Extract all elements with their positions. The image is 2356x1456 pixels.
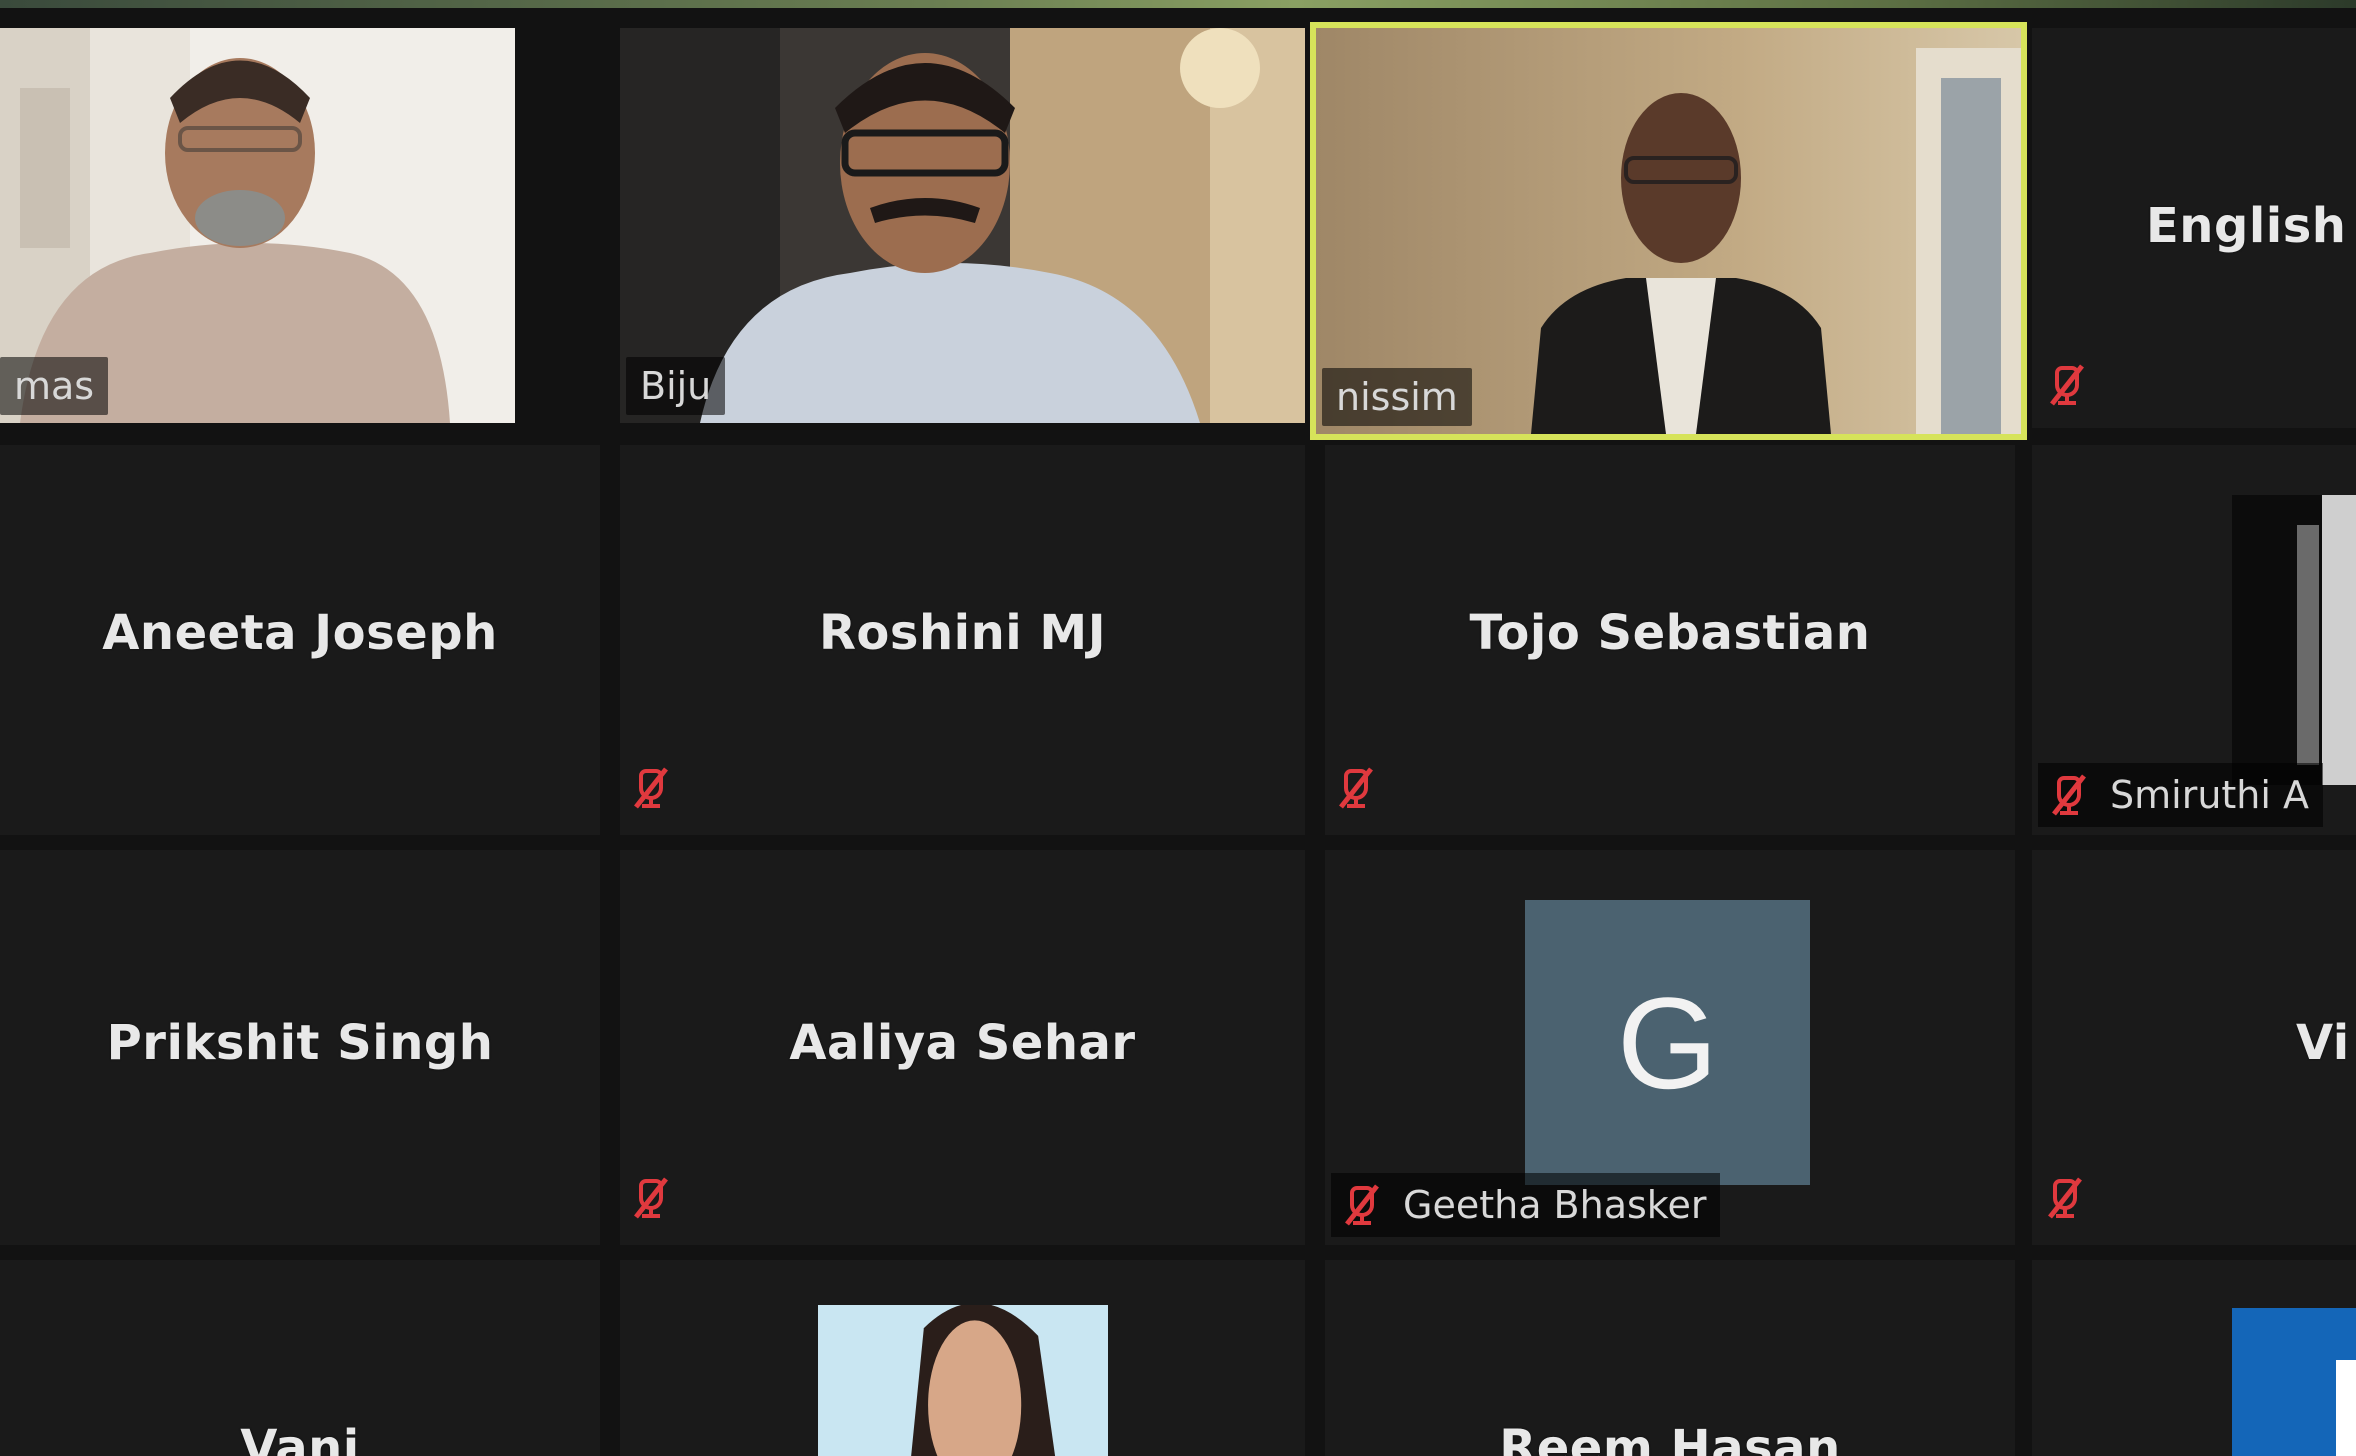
participant-video bbox=[2032, 1260, 2356, 1456]
top-video-strip bbox=[0, 0, 2356, 8]
participant-tile-prikshit-singh[interactable]: Prikshit Singh bbox=[0, 850, 600, 1245]
participant-name-tag: Smiruthi A bbox=[2038, 763, 2324, 827]
participant-tile-vani[interactable]: Vani bbox=[0, 1260, 600, 1456]
participant-tile-vi[interactable]: Vi bbox=[2032, 850, 2356, 1245]
participant-name-tag: nissim bbox=[1322, 368, 1472, 426]
mic-muted-icon bbox=[634, 767, 668, 809]
participant-name: Vi bbox=[2296, 1015, 2350, 1071]
participant-tile-aaliya-sehar[interactable]: Aaliya Sehar bbox=[620, 850, 1305, 1245]
participant-name: Prikshit Singh bbox=[106, 1015, 494, 1071]
mic-muted-icon bbox=[1339, 767, 1373, 809]
participant-name: Aneeta Joseph bbox=[102, 605, 498, 661]
participant-tile-tojo-sebastian[interactable]: Tojo Sebastian bbox=[1325, 445, 2015, 835]
participant-name-tag: Biju bbox=[626, 357, 726, 415]
participant-tile-nissim[interactable]: nissim bbox=[1310, 22, 2027, 440]
participant-tile-aneeta-joseph[interactable]: Aneeta Joseph bbox=[0, 445, 600, 835]
participant-name: Reem Hasan bbox=[1499, 1420, 1841, 1456]
participant-tile-reem-hasan[interactable]: Reem Hasan bbox=[1325, 1260, 2015, 1456]
participant-tile-geetha-bhasker[interactable]: G Geetha Bhasker bbox=[1325, 850, 2015, 1245]
participant-name: English bbox=[2146, 198, 2347, 254]
participant-tile-partial[interactable] bbox=[2032, 1260, 2356, 1456]
participant-tile-english[interactable]: English bbox=[2032, 28, 2356, 428]
participant-name: Tojo Sebastian bbox=[1469, 605, 1871, 661]
participant-tile-mas[interactable]: mas bbox=[0, 28, 515, 423]
participant-name: Vani bbox=[240, 1420, 360, 1456]
participant-name-tag: mas bbox=[0, 357, 109, 415]
mic-muted-icon bbox=[1345, 1184, 1379, 1226]
mic-muted-icon bbox=[2048, 1177, 2082, 1219]
participant-video bbox=[818, 1305, 1108, 1456]
participant-name: Aaliya Sehar bbox=[789, 1015, 1136, 1071]
participant-tile-roshini-mj[interactable]: Roshini MJ bbox=[620, 445, 1305, 835]
participant-name: Geetha Bhasker bbox=[1403, 1183, 1707, 1227]
participant-name-tag: Geetha Bhasker bbox=[1331, 1173, 1721, 1237]
participant-name: Roshini MJ bbox=[818, 605, 1107, 661]
avatar-letter: G bbox=[1616, 969, 1719, 1116]
mic-muted-icon bbox=[2050, 364, 2084, 406]
mic-muted-icon bbox=[2052, 774, 2086, 816]
participant-tile-biju[interactable]: Biju bbox=[620, 28, 1305, 423]
participant-name: Smiruthi A bbox=[2110, 773, 2310, 817]
participant-tile-smiruthi-a[interactable]: Smiruthi A bbox=[2032, 445, 2356, 835]
participant-tile-video-woman[interactable] bbox=[620, 1260, 1305, 1456]
avatar: G bbox=[1525, 900, 1810, 1185]
mic-muted-icon bbox=[634, 1177, 668, 1219]
